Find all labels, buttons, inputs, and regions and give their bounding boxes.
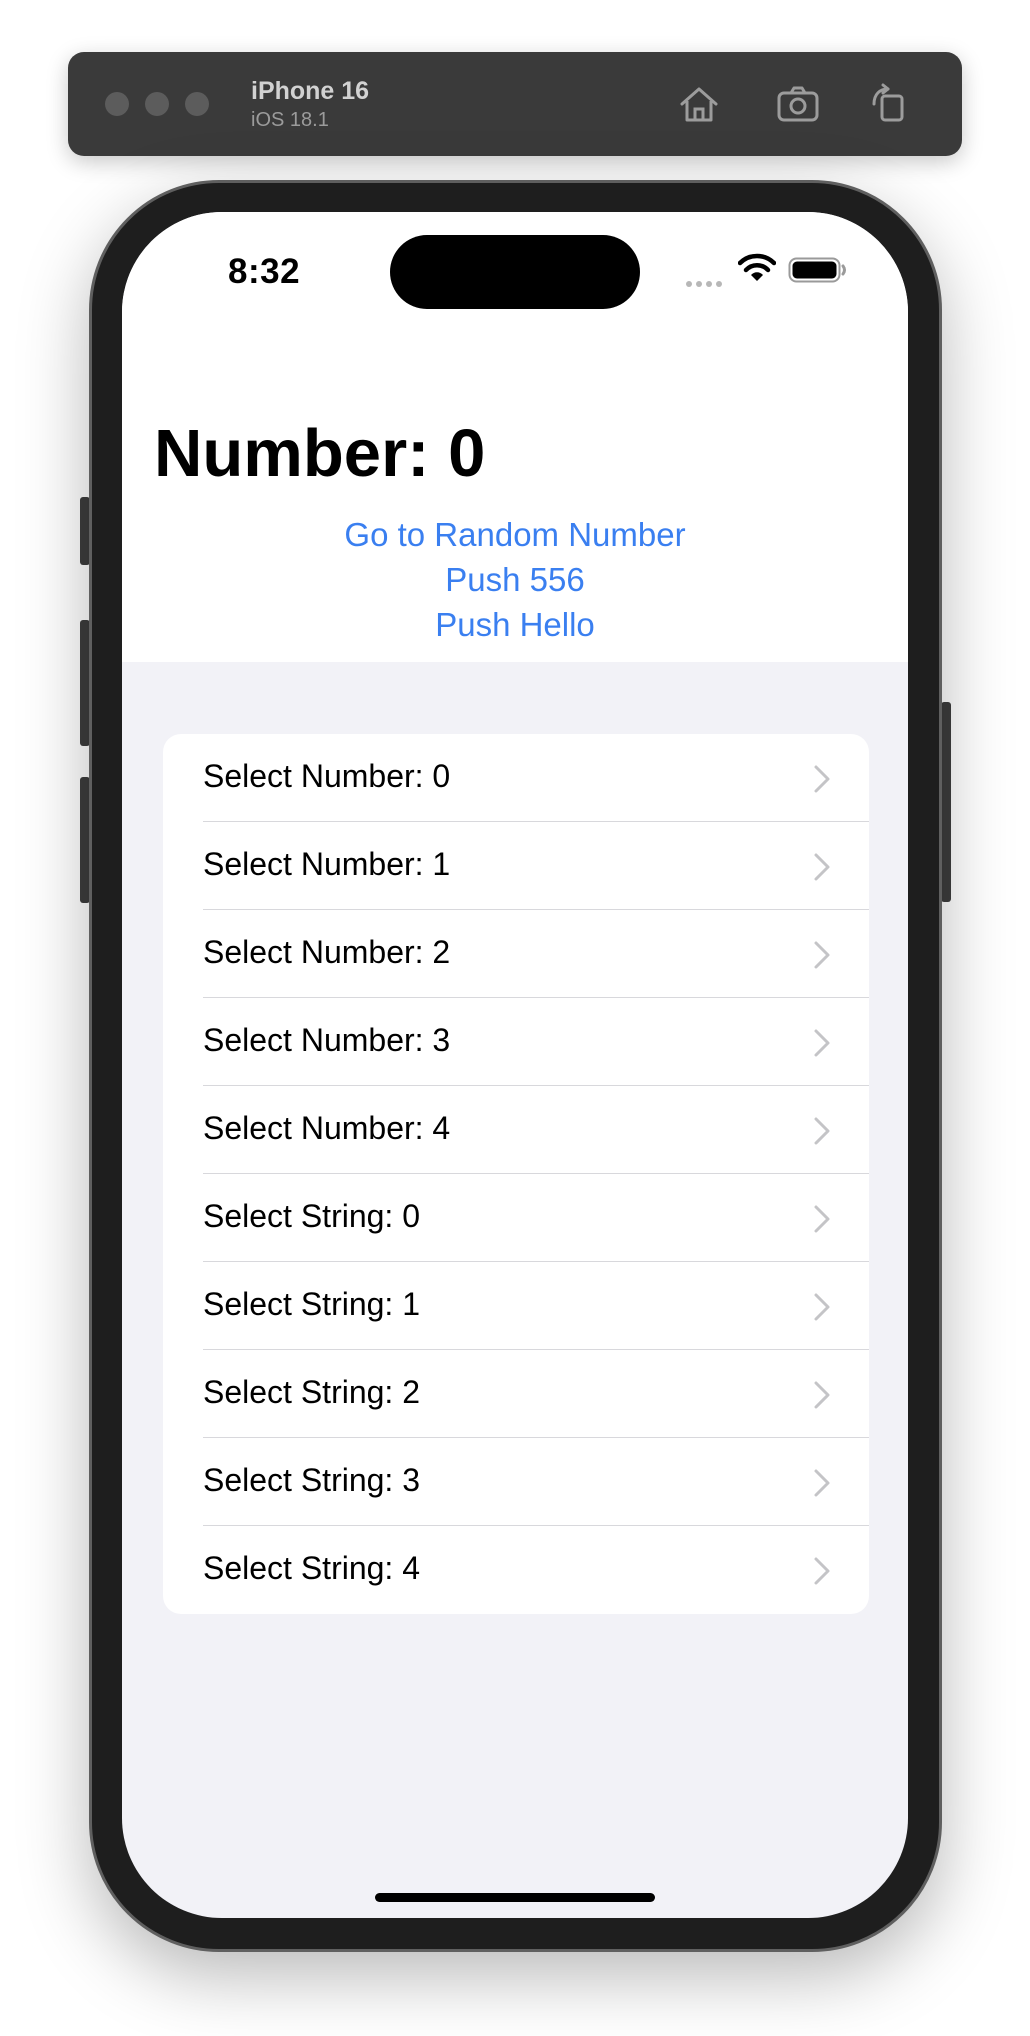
device-name: iPhone 16 [251,77,370,105]
selection-list: Select Number: 0 Select Number: 1 Select… [163,734,869,1614]
list-item[interactable]: Select Number: 0 [163,734,869,822]
list-item-label: Select Number: 4 [203,1110,451,1146]
list-item-label: Select String: 1 [203,1286,420,1322]
chevron-right-icon [814,765,830,793]
side-button[interactable] [941,702,951,902]
wifi-icon [737,252,777,284]
list-item[interactable]: Select Number: 4 [163,1086,869,1174]
list-item[interactable]: Select Number: 3 [163,998,869,1086]
status-time: 8:32 [228,252,301,291]
list-item-label: Select String: 3 [203,1462,420,1498]
zoom-window-button[interactable] [185,92,209,116]
chevron-right-icon [814,941,830,969]
list-item[interactable]: Select String: 4 [163,1526,869,1614]
list-item[interactable]: Select Number: 1 [163,822,869,910]
list-item[interactable]: Select String: 1 [163,1262,869,1350]
list-item[interactable]: Select Number: 2 [163,910,869,998]
close-window-button[interactable] [105,92,129,116]
chevron-right-icon [814,1029,830,1057]
list-item[interactable]: Select String: 0 [163,1174,869,1262]
list-item[interactable]: Select String: 2 [163,1350,869,1438]
list-item-label: Select Number: 3 [203,1022,451,1058]
chevron-right-icon [814,853,830,881]
chevron-right-icon [814,1205,830,1233]
screenshot-icon[interactable] [775,82,821,126]
list-item-label: Select String: 2 [203,1374,420,1410]
list-item[interactable]: Select String: 3 [163,1438,869,1526]
list-item-label: Select Number: 0 [203,758,451,794]
push-hello-link[interactable]: Push Hello [122,602,908,647]
chevron-right-icon [814,1117,830,1145]
chevron-right-icon [814,1381,830,1409]
chevron-right-icon [814,1557,830,1585]
device-screen: Number: 0 Go to Random Number Push 556 P… [122,212,908,1918]
list-item-label: Select Number: 2 [203,934,451,970]
cellular-signal-icon [686,274,726,292]
dynamic-island [390,235,640,309]
battery-icon [788,257,848,283]
push-556-link[interactable]: Push 556 [122,557,908,602]
simulator-toolbar: iPhone 16 iOS 18.1 [68,52,962,156]
list-item-label: Select String: 0 [203,1198,420,1234]
list-item-label: Select String: 4 [203,1550,420,1586]
list-item-label: Select Number: 1 [203,846,451,882]
navigation-links: Go to Random Number Push 556 Push Hello [122,512,908,647]
chevron-right-icon [814,1293,830,1321]
page-title: Number: 0 [154,416,486,491]
rotate-icon[interactable] [866,82,912,126]
chevron-right-icon [814,1469,830,1497]
home-indicator[interactable] [375,1893,655,1902]
os-version: iOS 18.1 [251,109,329,131]
home-icon[interactable] [676,82,722,126]
go-to-random-number-link[interactable]: Go to Random Number [122,512,908,557]
minimize-window-button[interactable] [145,92,169,116]
